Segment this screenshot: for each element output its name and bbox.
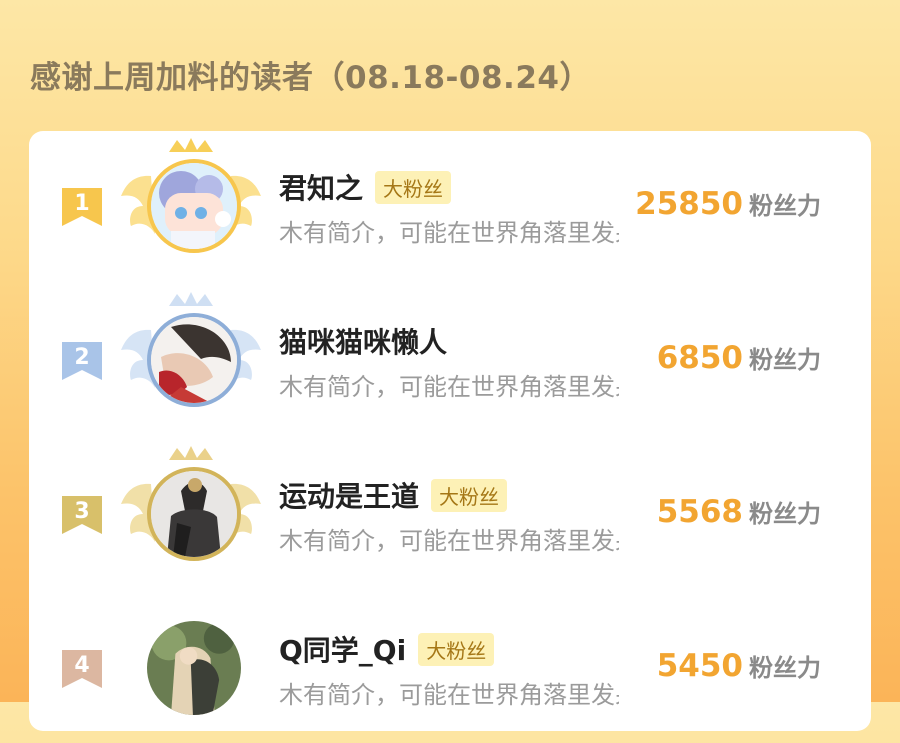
rank-number: 2 [74, 345, 90, 370]
rank-number: 3 [74, 499, 90, 524]
reader-row-3[interactable]: 3 运动是王道大粉丝 木有简介，可能在世界角落里发呆吧~ 5568粉丝力 [29, 439, 871, 589]
fan-power-unit: 粉丝力 [749, 500, 821, 528]
reader-row-4[interactable]: 4 Q同学_Qi 大粉丝 木有简介，可能在世界角落里发呆吧~ 5450粉丝力 [29, 593, 871, 743]
avatar[interactable] [147, 467, 241, 561]
reader-intro: 木有简介，可能在世界角落里发呆吧~ [279, 219, 619, 247]
reader-row-2[interactable]: 2 猫咪猫咪懒人 木有简介，可能在世界角落里发呆吧~ 6850粉丝力 [29, 285, 871, 435]
fan-power-value: 5450 [656, 648, 743, 684]
rank-badge-1: 1 [60, 186, 104, 230]
fan-level-badge: 大粉丝 [375, 170, 452, 204]
fan-power-value: 25850 [635, 186, 743, 222]
reader-intro: 木有简介，可能在世界角落里发呆吧~ [279, 527, 619, 555]
avatar[interactable] [147, 159, 241, 253]
fan-level-badge: 大粉丝 [431, 478, 508, 512]
reader-name[interactable]: 君知之 大粉丝 [279, 167, 452, 207]
fan-power-value: 6850 [656, 340, 743, 376]
rank-badge-4: 4 [60, 648, 104, 692]
rank-badge-3: 3 [60, 494, 104, 538]
fan-power-unit: 粉丝力 [749, 346, 821, 374]
page-title: 感谢上周加料的读者（08.18-08.24） [30, 60, 591, 96]
reader-row-1[interactable]: 1 君知之大粉丝 木有简介，可能在世界角落里发呆吧~ 25850粉丝力 [29, 131, 871, 281]
fan-power-score: 6850 粉丝力 [657, 340, 821, 376]
rank-number: 4 [74, 653, 90, 678]
rank-number: 1 [74, 191, 90, 216]
rank-badge-2: 2 [60, 340, 104, 384]
reader-name-text: Q同学_Qi [279, 634, 407, 667]
reader-name[interactable]: 猫咪猫咪懒人 [279, 321, 447, 361]
reader-name-text: 猫咪猫咪懒人 [279, 326, 448, 359]
fan-power-unit: 粉丝力 [749, 654, 821, 682]
avatar[interactable] [147, 313, 241, 407]
reader-name-text: 君知之 [279, 172, 364, 205]
reader-intro: 木有简介，可能在世界角落里发呆吧~ [279, 681, 619, 709]
fan-power-score: 25850 粉丝力 [635, 186, 821, 222]
fan-power-value: 5568 [656, 494, 743, 530]
reader-ranking-card: 1 君知之大粉丝 木有简介，可能在世界角落里发呆吧~ 25850粉丝力 [29, 131, 871, 731]
fan-power-score: 5568 粉丝力 [657, 494, 821, 530]
fan-level-badge: 大粉丝 [418, 632, 495, 666]
reader-name-text: 运动是王道 [279, 480, 420, 513]
reader-intro: 木有简介，可能在世界角落里发呆吧~ [279, 373, 619, 401]
fan-power-score: 5450 粉丝力 [657, 648, 821, 684]
fan-power-unit: 粉丝力 [749, 192, 821, 220]
avatar[interactable] [147, 621, 241, 715]
reader-name[interactable]: Q同学_Qi 大粉丝 [279, 629, 495, 669]
reader-name[interactable]: 运动是王道 大粉丝 [279, 475, 508, 515]
